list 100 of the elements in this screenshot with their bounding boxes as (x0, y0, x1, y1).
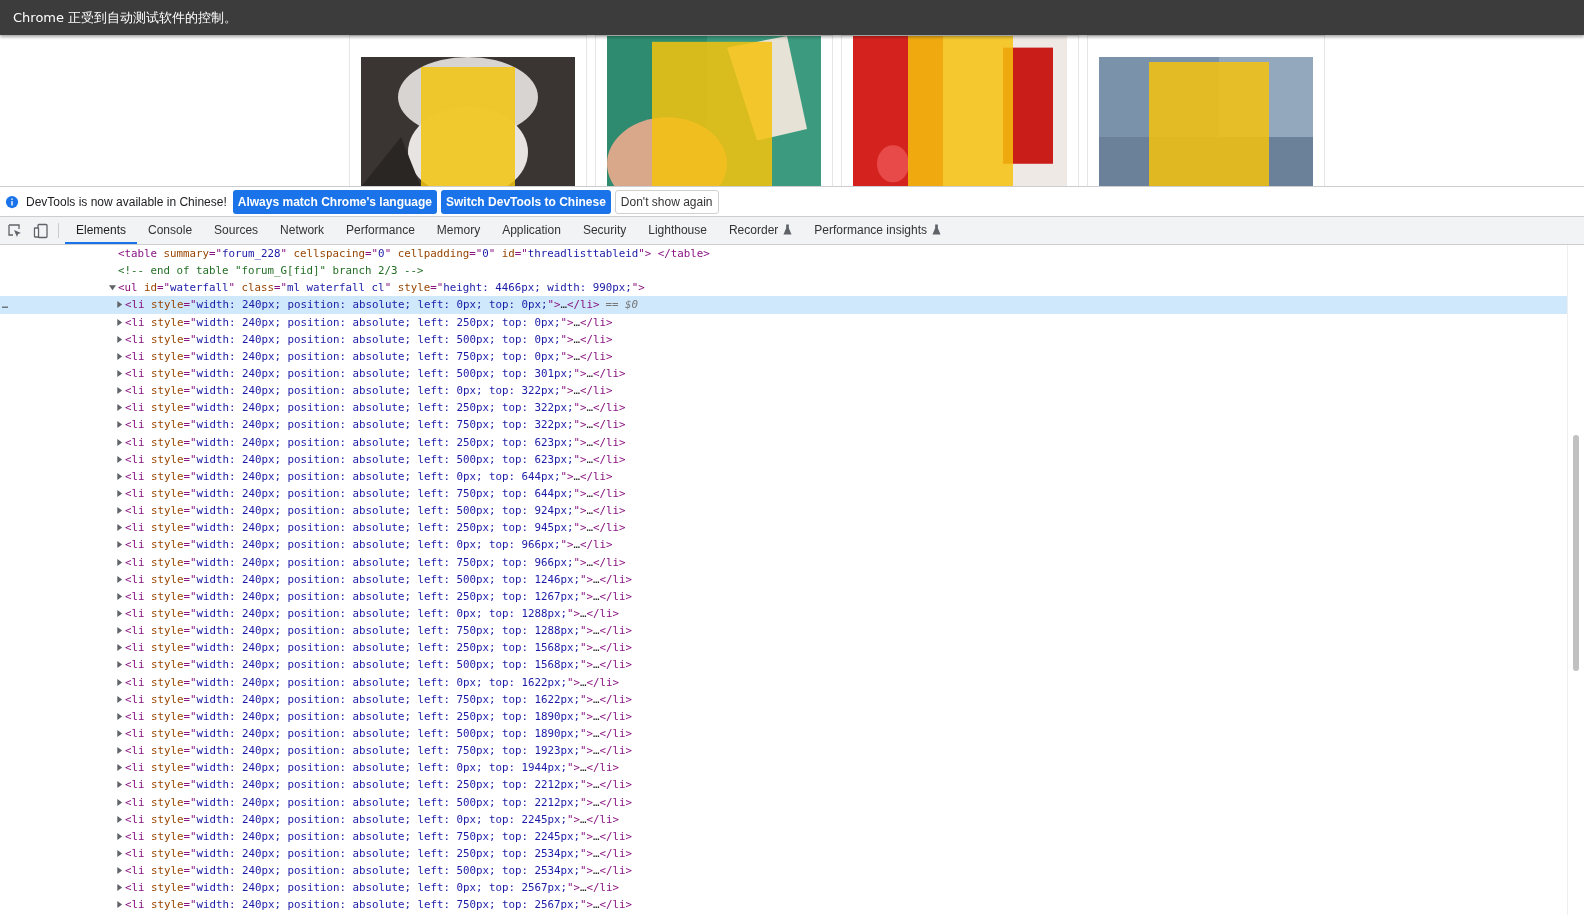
expand-triangle-icon[interactable] (116, 644, 123, 652)
collapse-triangle-icon[interactable] (109, 284, 116, 292)
dom-node-line[interactable]: <li style="width: 240px; position: absolute; left: 750px; top: 0px;">…</li> (125, 349, 613, 363)
expand-triangle-icon[interactable] (116, 541, 123, 549)
dom-node-line[interactable]: <li style="width: 240px; position: absolute; left: 500px; top: 301px;">…</li> (125, 367, 626, 381)
expand-triangle-icon[interactable] (116, 730, 123, 737)
panel-tab[interactable]: Performance insights (803, 217, 953, 244)
expand-triangle-icon[interactable] (116, 387, 123, 395)
dom-node-line[interactable]: <li style="width: 240px; position: absolute; left: 250px; top: 322px;">…</li> (125, 401, 626, 415)
dom-node-line[interactable]: <li style="width: 240px; position: absolute; left: 750px; top: 644px;">…</li> (125, 487, 626, 501)
dom-node-line[interactable]: <li style="width: 240px; position: absolute; left: 0px; top: 2245px;">…</li> (125, 812, 620, 826)
panel-tab[interactable]: Recorder (717, 217, 804, 244)
dom-node-line[interactable]: <li style="width: 240px; position: absolute; left: 750px; top: 1622px;">…</li> (125, 692, 633, 706)
expand-triangle-icon[interactable] (116, 421, 123, 429)
dom-node-line[interactable]: <li style="width: 240px; position: absolute; left: 500px; top: 623px;">…</li> (125, 452, 626, 466)
dom-node-line[interactable]: <li style="width: 240px; position: absolute; left: 0px; top: 2567px;">…</li> (125, 881, 620, 895)
expand-triangle-icon[interactable] (116, 490, 123, 498)
panel-tab[interactable]: Console (137, 217, 204, 244)
flask-icon (783, 224, 793, 235)
dom-node-line[interactable]: <li style="width: 240px; position: absolute; left: 500px; top: 0px;">…</li> (125, 332, 613, 346)
dom-node-line[interactable]: <li style="width: 240px; position: absolute; left: 750px; top: 966px;">…</li> (125, 555, 626, 569)
panel-tab[interactable]: Network (269, 217, 336, 244)
dom-node-line[interactable]: <li style="width: 240px; position: absolute; left: 750px; top: 322px;">…</li> (125, 418, 626, 432)
dom-node-line[interactable]: <li style="width: 240px; position: absolute; left: 750px; top: 2245px;">…</li> (125, 829, 633, 843)
dom-node-line[interactable]: <li style="width: 240px; position: absolute; left: 0px; top: 0px;">…</li> (125, 298, 600, 312)
dom-node-line[interactable]: <li style="width: 240px; position: absolute; left: 250px; top: 2534px;">…</li> (125, 847, 633, 860)
expand-triangle-icon[interactable] (116, 678, 123, 686)
dom-node-line[interactable]: <li style="width: 240px; position: absolute; left: 500px; top: 2212px;">…</li> (125, 795, 633, 809)
dom-node-line[interactable]: <li style="width: 240px; position: absolute; left: 750px; top: 1288px;">…</li> (125, 624, 633, 638)
expand-triangle-icon[interactable] (116, 832, 123, 840)
expand-triangle-icon[interactable] (116, 712, 123, 720)
thumbnail-card[interactable] (1087, 35, 1325, 186)
dom-node-line[interactable]: <li style="width: 240px; position: absolute; left: 250px; top: 0px;">…</li> (125, 315, 613, 329)
expand-triangle-icon[interactable] (116, 438, 123, 446)
dom-node-line[interactable]: <li style="width: 240px; position: absolute; left: 750px; top: 1923px;">…</li> (125, 744, 633, 758)
expand-triangle-icon[interactable] (116, 455, 123, 463)
dom-node-line[interactable]: <li style="width: 240px; position: absolute; left: 500px; top: 1568px;">…</li> (125, 658, 633, 672)
panel-tab[interactable]: Performance (335, 217, 426, 244)
expand-triangle-icon[interactable] (116, 747, 123, 755)
dom-node-line[interactable]: <li style="width: 240px; position: absolute; left: 0px; top: 322px;">…</li> (125, 384, 613, 398)
inspect-icon[interactable] (7, 222, 23, 239)
expand-triangle-icon[interactable] (116, 352, 123, 360)
dom-node-line[interactable]: <li style="width: 240px; position: absolute; left: 250px; top: 623px;">…</li> (125, 435, 626, 449)
expand-triangle-icon[interactable] (116, 592, 123, 600)
dom-node-line[interactable]: <li style="width: 240px; position: absolute; left: 250px; top: 2212px;">…</li> (125, 778, 633, 792)
expand-triangle-icon[interactable] (116, 318, 123, 326)
expand-triangle-icon[interactable] (116, 798, 123, 806)
expand-triangle-icon[interactable] (116, 815, 123, 823)
dom-node-line[interactable]: <li style="width: 240px; position: absolute; left: 0px; top: 966px;">…</li> (125, 538, 613, 552)
row-actions-marker[interactable]: … (2, 299, 9, 311)
dom-node-line[interactable]: <li style="width: 240px; position: absolute; left: 250px; top: 1890px;">…</li> (125, 709, 633, 723)
dom-node-line[interactable]: <li style="width: 240px; position: absolute; left: 500px; top: 1890px;">…</li> (125, 727, 633, 740)
expand-triangle-icon[interactable] (116, 558, 123, 566)
dom-node-line[interactable]: <li style="width: 240px; position: absolute; left: 0px; top: 1288px;">…</li> (125, 607, 620, 620)
expand-triangle-icon[interactable] (116, 764, 123, 772)
infobar-button[interactable]: Switch DevTools to Chinese (441, 189, 611, 214)
dom-node-line[interactable]: <li style="width: 240px; position: absolute; left: 0px; top: 644px;">…</li> (125, 469, 613, 483)
panel-tab[interactable]: Elements (65, 217, 138, 244)
automation-message: Chrome 正受到自动测试软件的控制。 (13, 8, 238, 27)
panel-tab[interactable]: Memory (425, 217, 492, 244)
expand-triangle-icon[interactable] (116, 301, 123, 309)
dom-node-line[interactable]: <table summary="forum_228" cellspacing="0" cellpadding="0" id="threadlisttableid"> </table> (118, 247, 710, 261)
expand-triangle-icon[interactable] (116, 370, 123, 378)
expand-triangle-icon[interactable] (116, 867, 123, 875)
dom-node-line[interactable]: <li style="width: 240px; position: absolute; left: 250px; top: 1568px;">…</li> (125, 641, 633, 655)
expand-triangle-icon[interactable] (116, 524, 123, 532)
infobar-button[interactable]: Always match Chrome's language (232, 189, 438, 214)
expand-triangle-icon[interactable] (116, 695, 123, 703)
expand-triangle-icon[interactable] (116, 507, 123, 515)
panel-tab[interactable]: Sources (203, 217, 270, 244)
expand-triangle-icon[interactable] (116, 575, 123, 583)
scrollbar-thumb[interactable] (1573, 435, 1579, 671)
expand-triangle-icon[interactable] (116, 850, 123, 857)
dom-node-line[interactable]: <li style="width: 240px; position: absolute; left: 0px; top: 1944px;">…</li> (125, 761, 620, 775)
flask-icon (932, 224, 942, 235)
dom-node-line[interactable]: <!-- end of table "forum_G[fid]" branch 2/3 --> (118, 264, 424, 278)
expand-triangle-icon[interactable] (116, 781, 123, 789)
expand-triangle-icon[interactable] (116, 610, 123, 617)
info-icon (5, 194, 19, 209)
expand-triangle-icon[interactable] (116, 884, 123, 892)
dom-node-line[interactable]: <ul id="waterfall" class="ml waterfall cl" style="height: 4466px; width: 990px;"> (118, 281, 645, 295)
panel-tab[interactable]: Security (571, 217, 638, 244)
expand-triangle-icon[interactable] (116, 901, 123, 909)
dom-node-line[interactable]: <li style="width: 240px; position: absolute; left: 0px; top: 1622px;">…</li> (125, 675, 620, 689)
dom-node-line[interactable]: <li style="width: 240px; position: absolute; left: 750px; top: 2567px;">…</li> (125, 898, 633, 912)
infobar-button[interactable]: Don't show again (614, 189, 719, 214)
dom-node-line[interactable]: <li style="width: 240px; position: absolute; left: 250px; top: 945px;">…</li> (125, 521, 626, 535)
dom-node-line[interactable]: <li style="width: 240px; position: absolute; left: 500px; top: 2534px;">…</li> (125, 864, 633, 878)
expand-triangle-icon[interactable] (116, 404, 123, 412)
expand-triangle-icon[interactable] (116, 335, 123, 343)
dom-node-line[interactable]: <li style="width: 240px; position: absolute; left: 500px; top: 1246px;">…</li> (125, 572, 633, 586)
expand-triangle-icon[interactable] (116, 661, 123, 669)
panel-tab[interactable]: Lighthouse (637, 217, 718, 244)
dom-node-line[interactable]: <li style="width: 240px; position: absolute; left: 500px; top: 924px;">…</li> (125, 504, 626, 518)
device-toolbar-icon[interactable] (33, 222, 49, 239)
expand-triangle-icon[interactable] (116, 472, 123, 480)
dom-node-line[interactable]: <li style="width: 240px; position: absolute; left: 250px; top: 1267px;">…</li> (125, 589, 633, 603)
panel-tab[interactable]: Application (491, 217, 572, 244)
expand-triangle-icon[interactable] (116, 627, 123, 635)
thumbnail-card[interactable] (349, 35, 587, 186)
